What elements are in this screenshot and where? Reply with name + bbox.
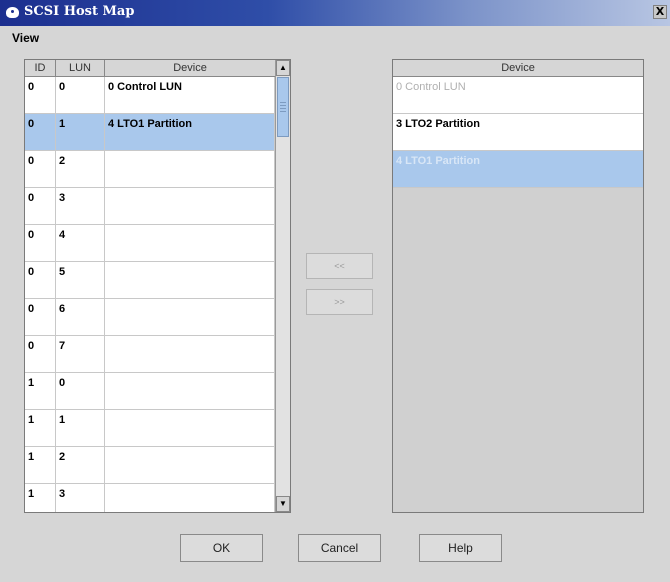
- scroll-up-button[interactable]: ▲: [276, 60, 290, 76]
- cell-device: [105, 262, 275, 299]
- menu-view[interactable]: View: [12, 31, 39, 45]
- table-row[interactable]: 0 0 0 Control LUN: [25, 77, 275, 114]
- cell-id: 0: [25, 114, 56, 151]
- table-row-selected[interactable]: 0 1 4 LTO1 Partition: [25, 114, 275, 151]
- cell-lun: 6: [56, 299, 105, 336]
- cell-device: [105, 225, 275, 262]
- cell-id: 0: [25, 151, 56, 188]
- available-devices-table: Device 0 Control LUN 3 LTO2 Partition 4 …: [392, 59, 644, 513]
- cell-device: [105, 336, 275, 373]
- cell-lun: 2: [56, 447, 105, 484]
- column-header-lun[interactable]: LUN: [56, 60, 105, 76]
- cell-device: [105, 188, 275, 225]
- cell-id: 1: [25, 484, 56, 512]
- cell-device: [105, 299, 275, 336]
- cell-id: 0: [25, 336, 56, 373]
- scsi-id-lun-table: ID LUN Device 0 0 0 Control LUN 0 1 4 LT…: [24, 59, 291, 513]
- cell-id: 1: [25, 373, 56, 410]
- cell-device: [105, 484, 275, 512]
- cell-id: 0: [25, 188, 56, 225]
- cell-device: [105, 447, 275, 484]
- menu-bar: View: [0, 28, 670, 48]
- cell-lun: 3: [56, 188, 105, 225]
- cell-device: [105, 151, 275, 188]
- cell-lun: 0: [56, 77, 105, 114]
- cell-id: 0: [25, 299, 56, 336]
- window-title: SCSI Host Map: [24, 4, 135, 19]
- table-row[interactable]: 0 6: [25, 299, 275, 336]
- table-row[interactable]: 1 2: [25, 447, 275, 484]
- cell-device: [105, 410, 275, 447]
- cell-lun: 5: [56, 262, 105, 299]
- list-item-selected[interactable]: 4 LTO1 Partition: [393, 151, 643, 188]
- cell-id: 1: [25, 410, 56, 447]
- title-bar: SCSI Host Map X: [0, 0, 670, 26]
- column-header-id[interactable]: ID: [25, 60, 56, 76]
- app-icon: [6, 7, 19, 18]
- table-row[interactable]: 1 1: [25, 410, 275, 447]
- cell-device: [105, 373, 275, 410]
- column-header-device[interactable]: Device: [393, 60, 643, 77]
- scroll-down-button[interactable]: ▼: [276, 496, 290, 512]
- cell-device: 0 Control LUN: [105, 77, 275, 114]
- grip-icon: [280, 102, 286, 114]
- table-row[interactable]: 1 3: [25, 484, 275, 512]
- column-header-device[interactable]: Device: [105, 60, 275, 76]
- cell-id: 0: [25, 225, 56, 262]
- vertical-scrollbar[interactable]: ▲ ▼: [275, 60, 290, 512]
- table-row[interactable]: 0 4: [25, 225, 275, 262]
- list-item[interactable]: 0 Control LUN: [393, 77, 643, 114]
- cell-lun: 4: [56, 225, 105, 262]
- cell-device: 4 LTO1 Partition: [105, 114, 275, 151]
- help-button[interactable]: Help: [419, 534, 502, 562]
- table-header: ID LUN Device: [25, 60, 275, 77]
- cell-lun: 2: [56, 151, 105, 188]
- cell-lun: 0: [56, 373, 105, 410]
- table-row[interactable]: 1 0: [25, 373, 275, 410]
- cell-lun: 3: [56, 484, 105, 512]
- table-body: 0 0 0 Control LUN 0 1 4 LTO1 Partition 0…: [25, 77, 275, 512]
- table-row[interactable]: 0 2: [25, 151, 275, 188]
- cell-lun: 1: [56, 410, 105, 447]
- table-row[interactable]: 0 5: [25, 262, 275, 299]
- table-row[interactable]: 0 3: [25, 188, 275, 225]
- cell-lun: 1: [56, 114, 105, 151]
- table-body: 0 Control LUN 3 LTO2 Partition 4 LTO1 Pa…: [393, 77, 643, 188]
- move-left-button[interactable]: <<: [306, 253, 373, 279]
- cell-lun: 7: [56, 336, 105, 373]
- cell-id: 0: [25, 262, 56, 299]
- scroll-thumb[interactable]: [277, 77, 289, 137]
- cancel-button[interactable]: Cancel: [298, 534, 381, 562]
- close-button[interactable]: X: [653, 5, 667, 19]
- list-item[interactable]: 3 LTO2 Partition: [393, 114, 643, 151]
- move-right-button[interactable]: >>: [306, 289, 373, 315]
- cell-id: 1: [25, 447, 56, 484]
- cell-id: 0: [25, 77, 56, 114]
- ok-button[interactable]: OK: [180, 534, 263, 562]
- table-row[interactable]: 0 7: [25, 336, 275, 373]
